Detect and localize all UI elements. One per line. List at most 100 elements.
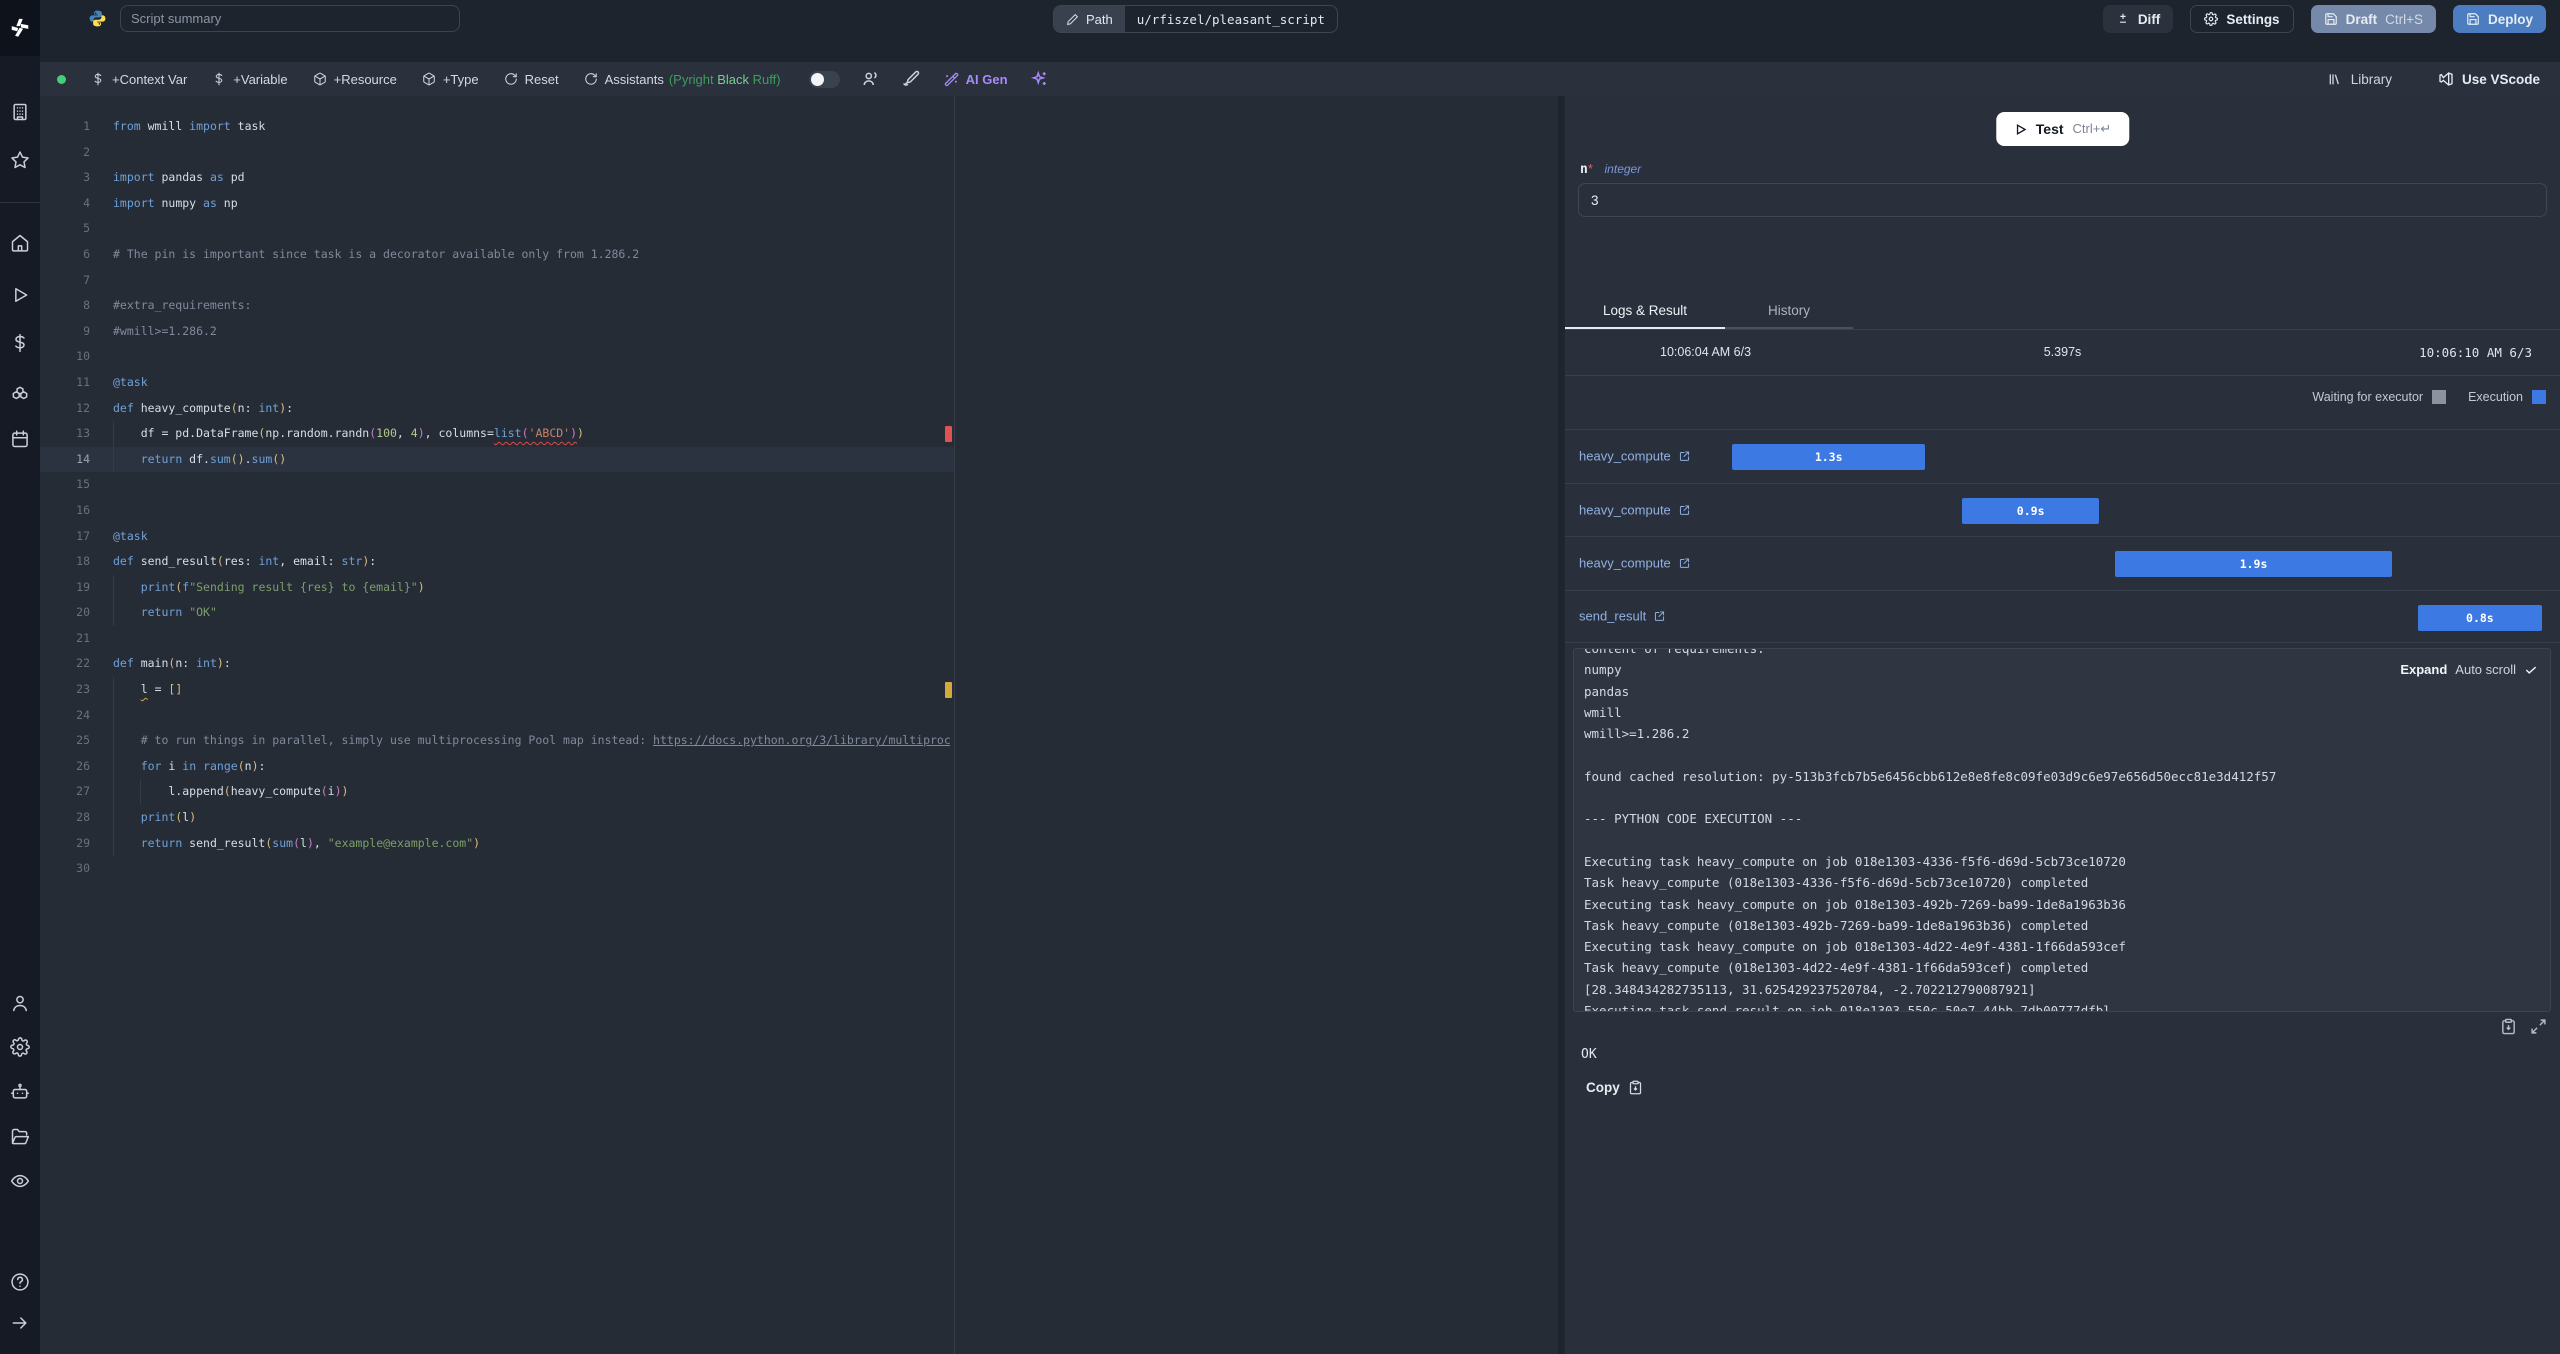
task-link-heavy_compute[interactable]: heavy_compute [1579,449,1691,464]
toolbar-item--resource[interactable]: +Resource [313,72,397,87]
line-number: 16 [76,502,90,517]
execution-bar: 0.8s [2417,604,2543,631]
run-duration: 5.397s [2043,345,2082,359]
sidebar-divider [0,202,40,203]
sidebar-item-arrow-right[interactable] [10,1313,30,1333]
path-edit-segment[interactable]: Path [1054,6,1125,32]
path-chip[interactable]: Path u/rfiszel/pleasant_script [1053,5,1338,33]
dollar-icon [215,72,223,86]
copy-result-button[interactable]: Copy [1586,1080,1643,1095]
sidebar-item-eye[interactable] [10,1171,30,1191]
code-editor[interactable]: 1 from wmill import task 2 3 import pandas a… [40,96,955,1354]
toolbar-item-assistants[interactable]: Assistants [584,72,664,87]
execution-bar: 1.3s [1732,444,1926,470]
assistants-toggle[interactable] [808,70,840,88]
vscode-label: Use VScode [2461,71,2540,87]
test-button[interactable]: Test Ctrl+↵ [1995,112,2130,146]
fullscreen-icon[interactable] [2530,1018,2547,1035]
task-link-heavy_compute[interactable]: heavy_compute [1579,556,1691,571]
log-output[interactable]: content of requirements: numpy pandas wm… [1573,648,2551,1012]
sidebar [0,0,40,1354]
multiplayer-icon[interactable] [862,70,880,88]
sidebar-item-home[interactable] [10,233,30,253]
script-summary-input[interactable] [120,5,460,32]
dollar-icon [94,72,102,86]
task-link-heavy_compute[interactable]: heavy_compute [1579,502,1691,517]
line-number: 29 [76,835,90,850]
windmill-logo[interactable] [0,0,40,56]
autoscroll-label[interactable]: Auto scroll [2455,662,2516,677]
settings-button[interactable]: Settings [2190,5,2294,33]
diff-button[interactable]: Diff [2102,5,2174,33]
sidebar-item-help[interactable] [10,1272,30,1292]
toolbar-item-label: Assistants [604,71,664,87]
sidebar-item-user[interactable] [10,993,30,1013]
sidebar-item-gear[interactable] [10,1037,30,1057]
line-number: 15 [76,477,90,492]
sidebar-item-bot[interactable] [10,1082,30,1102]
line-number: 19 [76,579,90,594]
task-name: heavy_compute [1579,448,1671,464]
toolbar-item-label: Reset [524,71,559,87]
sidebar-item-star[interactable] [10,150,30,170]
line-number: 14 [76,451,90,466]
line-number: 4 [83,195,90,210]
library-icon [2329,74,2339,85]
expand-logs-button[interactable]: Expand [2400,662,2447,677]
code-line: 30 [40,856,954,882]
tab-logs-result[interactable]: Logs & Result [1565,292,1725,329]
save-icon [2467,13,2479,25]
code-line: 15 [40,472,954,498]
toolbar-item--context-var[interactable]: +Context Var [91,72,187,87]
sidebar-item-building[interactable] [10,102,30,122]
toolbar-item--type[interactable]: +Type [422,72,479,87]
code-line: 16 [40,498,954,524]
draft-button[interactable]: Draft Ctrl+S [2310,5,2436,33]
bot-icon [10,1083,30,1099]
sidebar-item-boxes[interactable] [10,381,30,401]
format-brush-icon[interactable] [902,70,920,88]
line-number: 12 [76,400,90,415]
ai-gen-label: AI Gen [965,71,1008,87]
test-label: Test [2035,121,2064,137]
timeline-row: heavy_compute 1.9s [1565,536,2560,590]
line-number: 10 [76,349,90,364]
eye-icon [10,1174,30,1188]
code-line: 29 return send_result(sum(l), "example@e… [40,830,954,857]
tab-history[interactable]: History [1725,292,1853,329]
deploy-button[interactable]: Deploy [2452,5,2546,33]
arg-n-input[interactable] [1578,183,2547,217]
library-button[interactable]: Library [2327,71,2392,87]
code-line: 21 [40,626,954,652]
code-line: 2 [40,140,954,166]
copy-result-icon[interactable] [2500,1018,2517,1035]
line-number: 22 [76,656,90,671]
boxes-icon [12,386,28,400]
line-number: 2 [83,144,90,159]
line-number: 1 [83,119,90,133]
assistant-tool: Black [717,71,750,87]
run-end-time: 10:06:10 AM 6/3 [2419,345,2532,360]
diff-label: Diff [2137,11,2161,27]
ai-gen-button[interactable]: AI Gen [944,72,1008,87]
code-line: 17 @task [40,524,954,550]
library-label: Library [2350,71,2392,87]
toolbar-right: Library Use VScode [2327,71,2540,87]
task-link-send_result[interactable]: send_result [1579,609,1666,624]
toolbar-item-reset[interactable]: Reset [504,72,559,87]
sidebar-item-folder-open[interactable] [10,1127,30,1147]
log-text: content of requirements: numpy pandas wm… [1584,648,2277,1012]
toolbar-item--variable[interactable]: +Variable [212,72,288,87]
run-time-row: 10:06:04 AM 6/3 5.397s 10:06:10 AM 6/3 [1565,331,2560,376]
code-line: 5 [40,216,954,242]
timeline-row: heavy_compute 0.9s [1565,482,2560,537]
result-actions [2500,1018,2547,1035]
sidebar-item-calendar[interactable] [10,429,30,449]
sidebar-item-play[interactable] [10,285,30,305]
line-number: 9 [83,323,90,338]
star-icon [11,151,29,169]
use-vscode-button[interactable]: Use VScode [2438,71,2540,87]
code-line: 8 #extra_requirements: [40,293,954,319]
sparkles-icon[interactable] [1030,70,1048,88]
sidebar-item-dollar[interactable] [10,333,30,353]
